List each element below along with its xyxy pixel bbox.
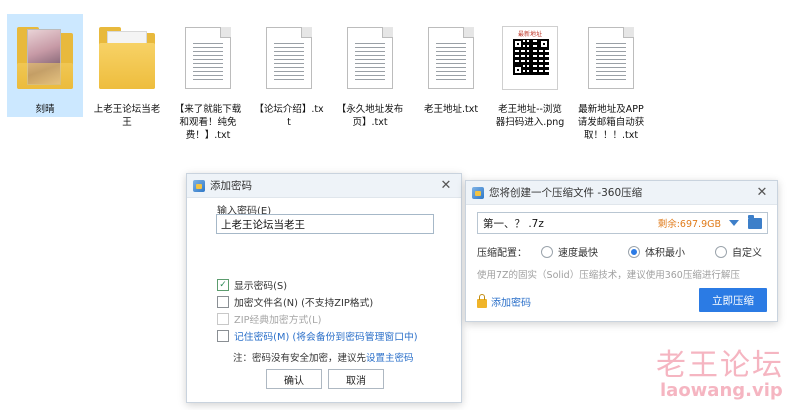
file-name: 【论坛介绍】.txt (254, 104, 324, 128)
checkmark-icon: ✓ (217, 279, 229, 291)
archive-app-icon (472, 186, 484, 199)
dialog-title: 您将创建一个压缩文件 -360压缩 (489, 187, 643, 199)
text-file-icon (185, 27, 231, 89)
option-label: ZIP经典加密方式(L) (234, 315, 322, 326)
remember-password-checkbox[interactable]: 记住密码(M) (将会备份到密码管理窗口中) (217, 329, 418, 343)
chevron-down-icon[interactable] (729, 220, 739, 226)
watermark-domain: laowang.vip (660, 380, 783, 401)
lock-icon (477, 294, 487, 308)
archive-file-name: 第一、？ .7z (483, 217, 544, 230)
compression-config-row: 压缩配置： 速度最快 体积最小 自定义 (477, 244, 762, 259)
free-space-label: 剩余:697.9GB (657, 219, 721, 230)
file-name: 【来了就能下载和观看！纯免费！】.txt (174, 104, 242, 141)
file-name: 刻晴 (7, 102, 83, 117)
dialog-title: 添加密码 (210, 180, 252, 192)
mode-fastest-radio[interactable]: 速度最快 (541, 244, 598, 259)
file-name: 【永久地址发布页】.txt (336, 104, 404, 128)
file-name: 老王地址--浏览器扫码进入.png (495, 104, 565, 128)
compression-hint: 使用7Z的固实（Solid）压缩技术，建议使用360压缩进行解压 (477, 270, 740, 281)
create-archive-dialog: 您将创建一个压缩文件 -360压缩 ✕ 第一、？ .7z 剩余:697.9GB … (465, 180, 778, 322)
file-item-txt[interactable]: 【永久地址发布页】.txt (332, 14, 408, 130)
file-item-txt[interactable]: 老王地址.txt (413, 14, 489, 117)
qr-code-image-icon: 最新地址 (502, 26, 558, 90)
browse-folder-icon[interactable] (748, 214, 762, 229)
option-label: 加密文件名(N) (不支持ZIP格式) (234, 298, 374, 309)
text-file-icon (347, 27, 393, 89)
add-password-dialog: 添加密码 ✕ 输入密码(E) ✓ 显示密码(S) 加密文件名(N) (不支持ZI… (186, 173, 462, 403)
file-item-keqing-folder[interactable]: 刻晴 (7, 14, 83, 117)
archive-path-field[interactable]: 第一、？ .7z 剩余:697.9GB (477, 212, 768, 234)
encrypt-filenames-checkbox[interactable]: 加密文件名(N) (不支持ZIP格式) (217, 295, 373, 309)
dialog-titlebar: 添加密码 ✕ (187, 174, 461, 198)
security-note: 注：密码没有安全加密，建议先设置主密码 (233, 353, 414, 364)
file-grid: 刻晴 上老王论坛当老王 【来了就能下载和观看！纯免费！】.txt 【论坛介绍】.… (0, 0, 800, 143)
text-file-icon (428, 27, 474, 89)
text-file-icon (588, 27, 634, 89)
file-item-txt[interactable]: 【论坛介绍】.txt (251, 14, 327, 130)
option-label: 显示密码(S) (234, 281, 288, 292)
password-input[interactable] (216, 214, 434, 234)
cancel-button[interactable]: 取消 (328, 369, 384, 389)
archive-app-icon (193, 179, 205, 192)
file-item-folder[interactable]: 上老王论坛当老王 (89, 14, 165, 130)
close-icon[interactable]: ✕ (437, 177, 455, 195)
text-file-icon (266, 27, 312, 89)
watermark-title: 老王论坛 (656, 348, 784, 383)
qr-thumb-title: 最新地址 (517, 31, 542, 38)
set-master-password-link[interactable]: 设置主密码 (366, 353, 414, 364)
folder-icon (99, 27, 155, 89)
photo-folder-icon (17, 27, 73, 89)
file-item-txt[interactable]: 【来了就能下载和观看！纯免费！】.txt (170, 14, 246, 143)
option-label: 记住密码(M) (将会备份到密码管理窗口中) (234, 332, 418, 343)
config-label: 压缩配置： (477, 248, 527, 259)
file-item-png[interactable]: 最新地址 老王地址--浏览器扫码进入.png (492, 14, 568, 130)
show-password-checkbox[interactable]: ✓ 显示密码(S) (217, 278, 287, 292)
dialog-titlebar: 您将创建一个压缩文件 -360压缩 ✕ (466, 181, 777, 205)
file-name: 老王地址.txt (423, 104, 479, 115)
file-item-txt[interactable]: 最新地址及APP请发邮箱自动获取！！！.txt (573, 14, 649, 143)
zip-classic-encryption-checkbox: ZIP经典加密方式(L) (217, 312, 321, 326)
close-icon[interactable]: ✕ (753, 184, 771, 202)
file-name: 最新地址及APP请发邮箱自动获取！！！.txt (577, 104, 645, 141)
compress-now-button[interactable]: 立即压缩 (699, 288, 767, 312)
add-password-link[interactable]: 添加密码 (477, 294, 531, 309)
confirm-button[interactable]: 确认 (266, 369, 322, 389)
mode-custom-radio[interactable]: 自定义 (715, 244, 762, 259)
file-name: 上老王论坛当老王 (93, 104, 161, 128)
mode-smallest-radio[interactable]: 体积最小 (628, 244, 685, 259)
